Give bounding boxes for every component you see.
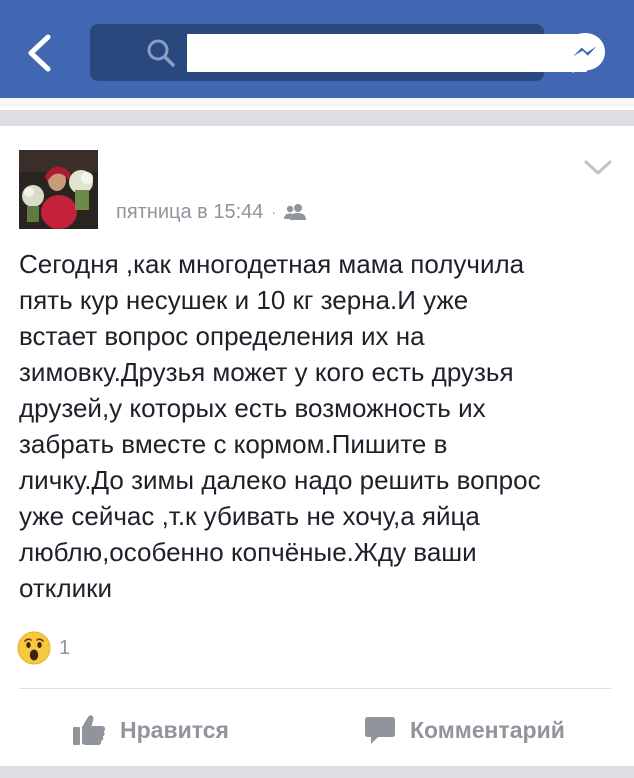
messenger-button[interactable]	[562, 30, 608, 76]
thumbs-up-icon	[73, 715, 105, 745]
comment-icon	[365, 717, 395, 744]
actions-divider	[19, 688, 611, 689]
search-input[interactable]	[187, 34, 587, 72]
avatar-photo	[19, 150, 98, 229]
friends-icon	[284, 204, 307, 220]
meta-separator: ·	[271, 204, 277, 220]
feed-separator	[0, 110, 634, 126]
top-navigation-bar	[0, 0, 634, 98]
back-button[interactable]	[14, 28, 64, 78]
like-button[interactable]: Нравится	[72, 708, 229, 752]
chevron-down-icon	[584, 160, 612, 175]
header-shadow	[0, 98, 634, 106]
feed-separator-bottom	[0, 766, 634, 778]
post-timestamp[interactable]: пятница в 15:44	[116, 201, 263, 224]
search-bar[interactable]	[90, 24, 587, 81]
like-label: Нравится	[120, 716, 229, 743]
search-icon	[147, 39, 175, 67]
post-options-button[interactable]	[582, 156, 614, 180]
back-arrow-icon	[28, 34, 51, 72]
wow-reaction-icon	[17, 631, 51, 665]
post-meta: пятница в 15:44 ·	[116, 200, 307, 224]
comment-label: Комментарий	[410, 716, 565, 743]
reactions-summary[interactable]: 1	[17, 630, 70, 666]
author-avatar[interactable]	[19, 150, 98, 229]
post-card: пятница в 15:44 · Сегодня ,как многодетн…	[0, 126, 634, 766]
messenger-icon	[565, 33, 605, 73]
comment-button[interactable]: Комментарий	[364, 708, 565, 752]
reaction-count: 1	[59, 636, 71, 659]
post-text: Сегодня ,как многодетная мама получила п…	[19, 249, 541, 603]
